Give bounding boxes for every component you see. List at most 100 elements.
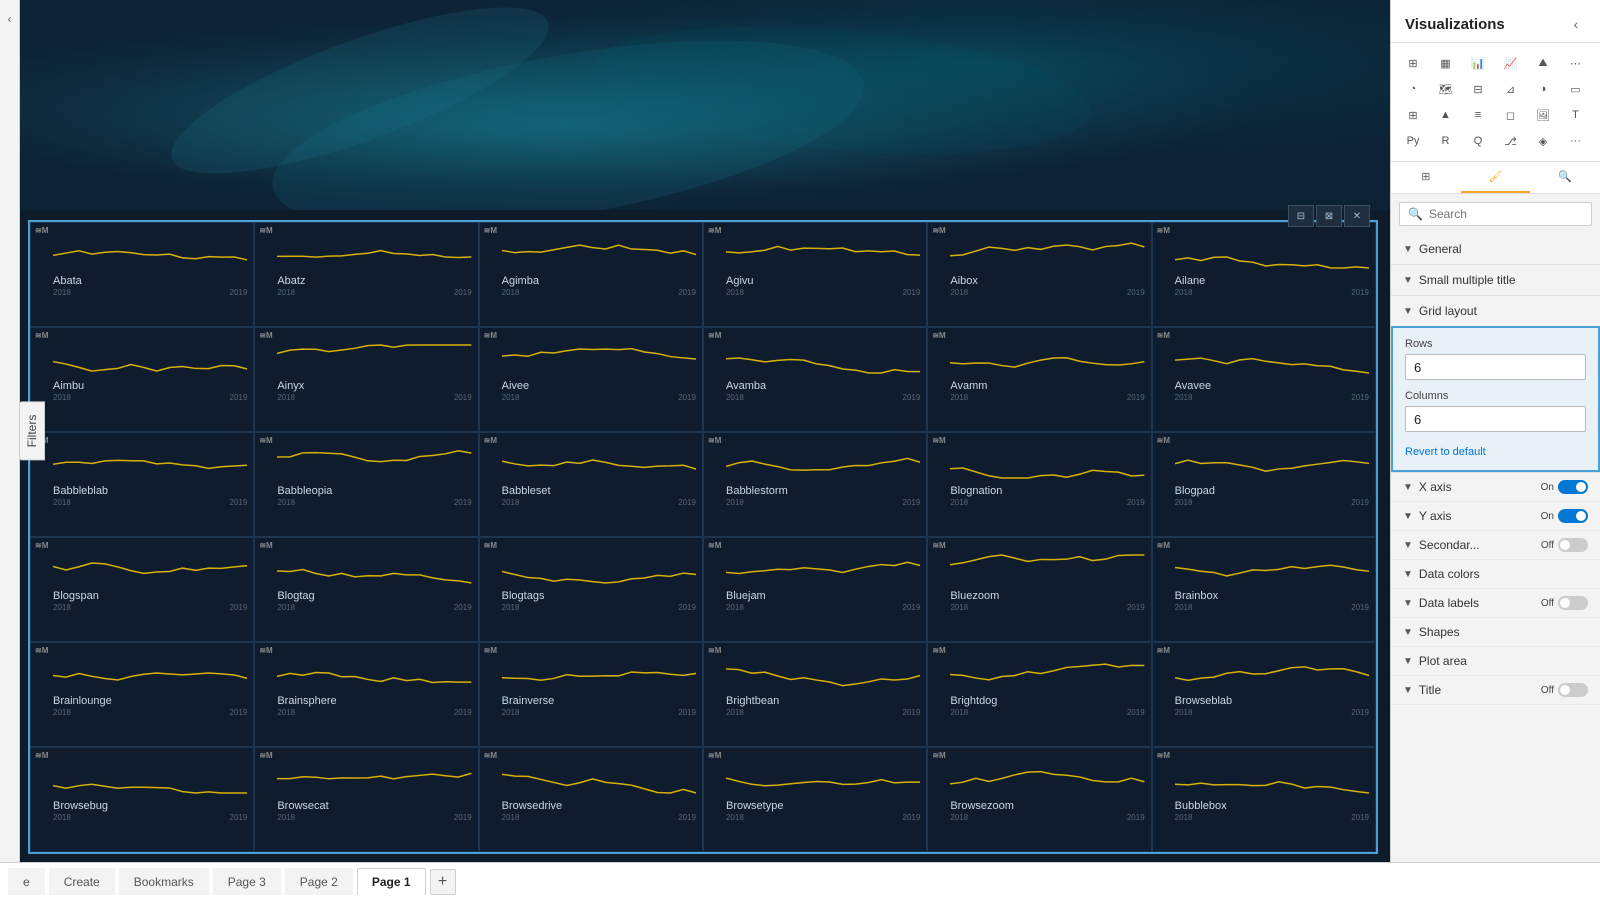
cell-dates-label: 20182019 xyxy=(502,708,696,717)
shapes-toggle-row: ▼ Shapes xyxy=(1391,618,1600,647)
data-labels-state-label: Off xyxy=(1541,598,1554,609)
toolbar-close-button[interactable]: ✕ xyxy=(1344,205,1370,227)
cell-sparkline-container xyxy=(726,445,920,483)
cell-sparkline-container xyxy=(53,655,247,693)
viz-icon-python[interactable]: Py xyxy=(1399,129,1427,153)
viz-icon-funnel[interactable]: ⊿ xyxy=(1497,77,1525,101)
tab-format[interactable]: 🖌 xyxy=(1461,162,1531,193)
page-tab-page3[interactable]: Page 3 xyxy=(213,868,281,895)
cell-sparkline-container xyxy=(1175,550,1369,588)
cell-name-label: Brainbox xyxy=(1175,590,1369,602)
cell-name-label: Brainlounge xyxy=(53,695,247,707)
viz-icon-table[interactable]: ⊞ xyxy=(1399,51,1427,75)
columns-input-container: ▲ ▼ xyxy=(1405,406,1586,432)
viz-icon-matrix[interactable]: ⊞ xyxy=(1399,103,1427,127)
grid-cell: ≋MBlogtag20182019 xyxy=(254,537,478,642)
panel-collapse-button[interactable]: ‹ xyxy=(1566,14,1586,34)
tab-analytics[interactable]: 🔍 xyxy=(1530,162,1600,193)
general-section-header[interactable]: ▼ General xyxy=(1391,234,1600,264)
page-tab-bookmarks[interactable]: Bookmarks xyxy=(119,868,209,895)
left-collapse-button[interactable]: ‹ xyxy=(1,10,19,28)
add-page-button[interactable]: + xyxy=(430,869,456,895)
title-chevron-icon: ▼ xyxy=(1403,685,1413,696)
toolbar-focus-button[interactable]: ⊠ xyxy=(1316,205,1342,227)
viz-icon-decomptree[interactable]: ⎇ xyxy=(1497,129,1525,153)
secondary-toggle-switch[interactable] xyxy=(1558,538,1588,552)
grid-cell: ≋MBrainlounge20182019 xyxy=(30,642,254,747)
viz-icon-line[interactable]: 📈 xyxy=(1497,51,1525,75)
small-multiple-chevron-icon: ▼ xyxy=(1403,275,1413,286)
cell-icon: ≋M xyxy=(932,227,945,235)
page-tab-page2[interactable]: Page 2 xyxy=(285,868,353,895)
cell-sparkline-container xyxy=(950,550,1144,588)
viz-icon-slicer[interactable]: ≡ xyxy=(1464,103,1492,127)
cell-dates-label: 20182019 xyxy=(1175,708,1369,717)
viz-icon-textbox[interactable]: T xyxy=(1562,103,1590,127)
viz-icon-smart[interactable]: ◈ xyxy=(1529,129,1557,153)
viz-icon-bar[interactable]: ▦ xyxy=(1432,51,1460,75)
cell-icon: ≋M xyxy=(35,647,48,655)
cell-name-label: Browsecat xyxy=(277,800,471,812)
cell-dates-label: 20182019 xyxy=(277,498,471,507)
grid-cell: ≋MBluejam20182019 xyxy=(703,537,927,642)
viz-icon-more[interactable]: ··· xyxy=(1562,129,1590,153)
cell-name-label: Bubblebox xyxy=(1175,800,1369,812)
page-tab-e[interactable]: e xyxy=(8,868,45,895)
cell-dates-label: 20182019 xyxy=(1175,603,1369,612)
title-toggle-switch[interactable] xyxy=(1558,683,1588,697)
cell-dates-label: 20182019 xyxy=(726,708,920,717)
viz-icon-gauge[interactable]: ◑ xyxy=(1529,77,1557,101)
cell-name-label: Ainyx xyxy=(277,380,471,392)
cell-sparkline-container xyxy=(53,550,247,588)
search-input[interactable] xyxy=(1429,207,1584,221)
data-labels-toggle-switch[interactable] xyxy=(1558,596,1588,610)
tab-fields[interactable]: ⊞ xyxy=(1391,162,1461,193)
revert-to-default-link[interactable]: Revert to default xyxy=(1405,442,1486,462)
viz-icon-shape[interactable]: ◻ xyxy=(1497,103,1525,127)
rows-input[interactable] xyxy=(1406,356,1586,379)
cell-dates-label: 20182019 xyxy=(53,603,247,612)
grid-cell: ≋MBrowsetype20182019 xyxy=(703,747,927,852)
toolbar-fit-button[interactable]: ⊟ xyxy=(1288,205,1314,227)
viz-icon-kpi[interactable]: ▲ xyxy=(1432,103,1460,127)
cell-name-label: Babblestorm xyxy=(726,485,920,497)
viz-icon-card[interactable]: ▭ xyxy=(1562,77,1590,101)
viz-icon-pie[interactable]: ◔ xyxy=(1399,77,1427,101)
cell-sparkline-container xyxy=(53,760,247,798)
grid-cell: ≋MBrowsedrive20182019 xyxy=(479,747,703,852)
viz-icon-area[interactable]: ⛰ xyxy=(1529,51,1557,75)
grid-layout-body: Rows ▲ ▼ Columns ▲ xyxy=(1391,326,1600,472)
page-tab-create[interactable]: Create xyxy=(49,868,115,895)
small-multiple-title-header[interactable]: ▼ Small multiple title xyxy=(1391,265,1600,295)
cell-dates-label: 20182019 xyxy=(1175,498,1369,507)
cell-name-label: Babbleset xyxy=(502,485,696,497)
cell-sparkline-container xyxy=(950,760,1144,798)
cell-sparkline-container xyxy=(53,340,247,378)
filters-tab[interactable]: Filters xyxy=(20,402,45,461)
grid-layout-header[interactable]: ▼ Grid layout xyxy=(1391,296,1600,326)
viz-icon-scatter[interactable]: ⋯ xyxy=(1562,51,1590,75)
viz-icon-treemap[interactable]: ⊟ xyxy=(1464,77,1492,101)
viz-icon-column[interactable]: 📊 xyxy=(1464,51,1492,75)
viz-icon-image[interactable]: 🖼 xyxy=(1529,103,1557,127)
panel-title: Visualizations xyxy=(1405,16,1505,33)
data-labels-toggle-row: ▼ Data labels Off xyxy=(1391,589,1600,618)
x-axis-toggle-switch[interactable] xyxy=(1558,480,1588,494)
cell-sparkline-container xyxy=(277,655,471,693)
cell-icon: ≋M xyxy=(259,227,272,235)
page-tab-page1[interactable]: Page 1 xyxy=(357,868,426,895)
cell-icon: ≋M xyxy=(484,647,497,655)
viz-icon-qna[interactable]: Q xyxy=(1464,129,1492,153)
cell-icon: ≋M xyxy=(708,437,721,445)
cell-sparkline-container xyxy=(950,340,1144,378)
columns-input[interactable] xyxy=(1406,408,1586,431)
viz-icon-r[interactable]: R xyxy=(1432,129,1460,153)
grid-cell: ≋MBrowseblab20182019 xyxy=(1152,642,1376,747)
y-axis-toggle-switch[interactable] xyxy=(1558,509,1588,523)
cell-name-label: Agimba xyxy=(502,275,696,287)
cell-dates-label: 20182019 xyxy=(277,393,471,402)
grid-cell: ≋MBrightdog20182019 xyxy=(927,642,1151,747)
data-labels-label: Data labels xyxy=(1419,596,1479,610)
viz-icon-map[interactable]: 🗺 xyxy=(1432,77,1460,101)
cell-dates-label: 20182019 xyxy=(277,813,471,822)
